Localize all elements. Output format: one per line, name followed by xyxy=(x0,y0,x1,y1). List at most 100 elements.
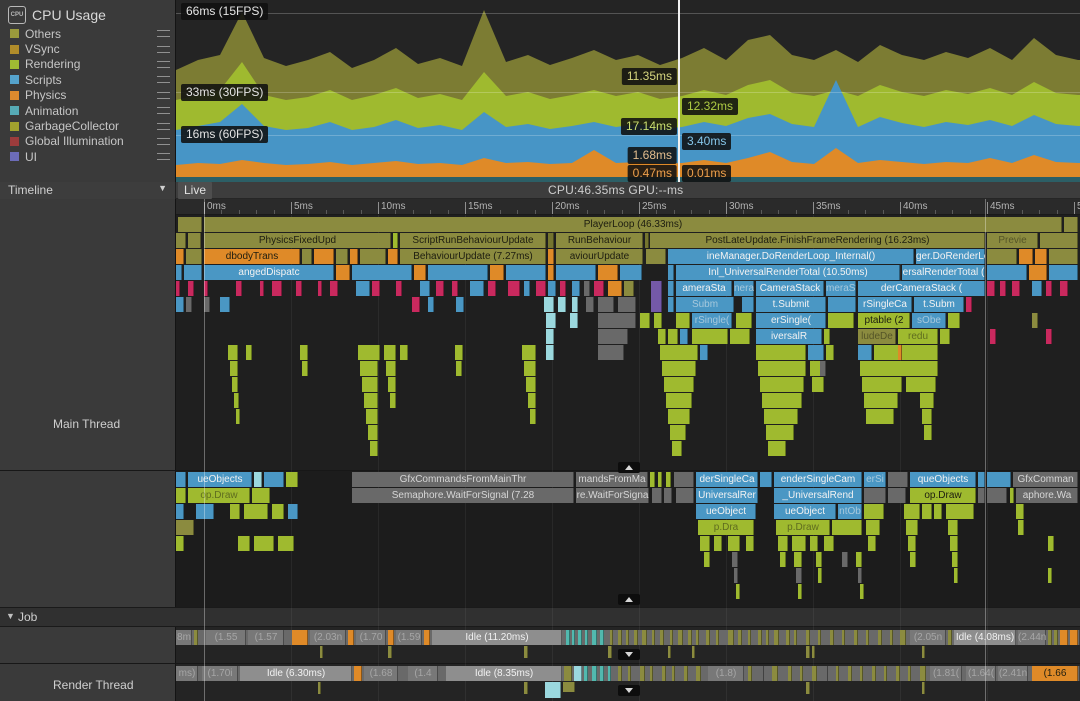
flame-bar[interactable] xyxy=(1048,630,1052,645)
flame-bar[interactable] xyxy=(272,504,284,519)
flame-bar[interactable] xyxy=(824,536,834,551)
flame-bar[interactable] xyxy=(904,504,920,519)
flame-bar[interactable] xyxy=(368,425,378,440)
flame-bar[interactable] xyxy=(522,345,536,360)
flame-bar[interactable] xyxy=(908,536,916,551)
flame-bar[interactable] xyxy=(848,666,852,681)
flame-bar[interactable] xyxy=(1060,630,1068,645)
flame-bar[interactable] xyxy=(836,666,839,681)
flame-bar[interactable] xyxy=(254,536,274,551)
flame-bar[interactable] xyxy=(696,666,701,681)
flame-bar[interactable] xyxy=(524,646,528,658)
flame-bar[interactable] xyxy=(872,666,876,681)
flame-bar[interactable] xyxy=(592,630,597,645)
flame-bar[interactable] xyxy=(696,630,699,645)
flame-bar[interactable] xyxy=(746,536,754,551)
flame-bar[interactable] xyxy=(920,393,934,408)
flame-bar[interactable] xyxy=(1054,630,1058,645)
flame-bar[interactable] xyxy=(456,361,462,376)
flame-bar[interactable] xyxy=(818,630,821,645)
flame-bar[interactable] xyxy=(668,409,690,424)
flame-bar[interactable] xyxy=(812,377,824,392)
flame-bar[interactable] xyxy=(652,630,655,645)
flame-bar[interactable] xyxy=(548,281,556,296)
flame-bar[interactable] xyxy=(738,630,742,645)
flame-bar[interactable] xyxy=(358,345,380,360)
flame-bar--2-05n[interactable]: (2.05n xyxy=(910,630,946,645)
flame-bar-p-draw[interactable]: p.Draw xyxy=(776,520,830,535)
flame-bar-gfxcomman[interactable]: GfxComman xyxy=(1013,472,1078,487)
flame-bar[interactable] xyxy=(888,488,906,503)
flame-bar[interactable] xyxy=(774,630,779,645)
flame-bar[interactable] xyxy=(246,345,252,360)
flame-bar[interactable] xyxy=(300,345,308,360)
flame-bar[interactable] xyxy=(806,682,810,694)
flame-bar-ueobject[interactable]: ueObject xyxy=(774,504,836,519)
flame-bar-t-submit[interactable]: t.Submit xyxy=(756,297,826,312)
flame-bar[interactable] xyxy=(1019,249,1033,264)
flame-bar--universalrend[interactable]: _UniversalRend xyxy=(774,488,862,503)
flame-bar[interactable] xyxy=(388,377,396,392)
flame-bar--1-59[interactable]: (1.59 xyxy=(396,630,422,645)
flame-bar-ueobject[interactable]: ueObject xyxy=(696,504,756,519)
flame-bar[interactable] xyxy=(400,345,408,360)
flame-bar[interactable] xyxy=(908,666,911,681)
flame-bar-gfxcommandsfrommainthr[interactable]: GfxCommandsFromMainThr xyxy=(352,472,574,487)
flame-bar[interactable] xyxy=(736,584,740,599)
flame-bar[interactable] xyxy=(642,630,647,645)
flame-bar[interactable] xyxy=(336,265,350,280)
flame-bar[interactable] xyxy=(436,281,444,296)
flame-bar-subm[interactable]: Subm xyxy=(676,297,734,312)
flame-bar[interactable] xyxy=(360,361,378,376)
flame-bar[interactable] xyxy=(1035,249,1047,264)
flame-bar[interactable] xyxy=(824,666,828,681)
flame-bar[interactable] xyxy=(586,297,594,312)
flame-bar[interactable] xyxy=(178,217,202,232)
flame-bar-redu[interactable]: redu xyxy=(898,329,938,344)
flame-bar[interactable] xyxy=(700,345,708,360)
flame-bar[interactable] xyxy=(890,630,893,645)
flame-bar[interactable] xyxy=(646,249,666,264)
flame-bar[interactable] xyxy=(1049,249,1078,264)
flame-bar[interactable] xyxy=(1046,329,1052,344)
flame-bar[interactable] xyxy=(650,472,655,487)
flame-bar[interactable] xyxy=(818,568,822,583)
flame-bar-ersingle-[interactable]: erSingle( xyxy=(756,313,826,328)
flame-bar--1-64-[interactable]: (1.64( xyxy=(966,666,996,681)
flame-bar[interactable] xyxy=(598,345,624,360)
flame-bar[interactable] xyxy=(736,313,752,328)
flame-bar[interactable] xyxy=(184,265,202,280)
flame-bar[interactable] xyxy=(860,666,863,681)
flame-bar-8m[interactable]: 8m xyxy=(176,630,192,645)
flame-bar[interactable] xyxy=(585,630,588,645)
flame-bar-idle-8-35ms-[interactable]: Idle (8.35ms) xyxy=(446,666,562,681)
flame-bar[interactable] xyxy=(792,536,806,551)
flame-bar[interactable] xyxy=(390,393,396,408)
flame-bar[interactable] xyxy=(732,552,738,567)
flame-bar[interactable] xyxy=(548,249,554,264)
flame-bar[interactable] xyxy=(566,630,570,645)
flame-bar[interactable] xyxy=(662,361,696,376)
flame-bar[interactable] xyxy=(176,265,182,280)
flame-bar[interactable] xyxy=(1040,233,1078,248)
flame-bar[interactable] xyxy=(546,345,554,360)
flame-bar[interactable] xyxy=(760,472,772,487)
flame-bar[interactable] xyxy=(660,630,664,645)
flame-bar[interactable] xyxy=(794,630,797,645)
flame-bar[interactable] xyxy=(455,345,463,360)
flame-bar[interactable] xyxy=(628,666,631,681)
flame-bar[interactable] xyxy=(234,393,239,408)
flame-bar[interactable] xyxy=(236,281,242,296)
flame-bar--1-70i[interactable]: (1.70i xyxy=(202,666,238,681)
flame-bar-ludede[interactable]: ludeDe xyxy=(858,329,896,344)
flame-bar-sobe[interactable]: sObe xyxy=(912,313,946,328)
flame-bar[interactable] xyxy=(524,682,528,694)
flame-bar[interactable] xyxy=(188,281,194,296)
flame-bar[interactable] xyxy=(910,552,916,567)
flame-bar-merast[interactable]: meraSt xyxy=(826,281,856,296)
flame-bar[interactable] xyxy=(428,297,434,312)
flame-bar[interactable] xyxy=(618,297,636,312)
flame-bar-behaviourupdate-7-27ms-[interactable]: BehaviourUpdate (7.27ms) xyxy=(400,249,546,264)
flame-bar-physicsfixedupd[interactable]: PhysicsFixedUpd xyxy=(204,233,391,248)
flame-bar[interactable] xyxy=(1048,568,1052,583)
